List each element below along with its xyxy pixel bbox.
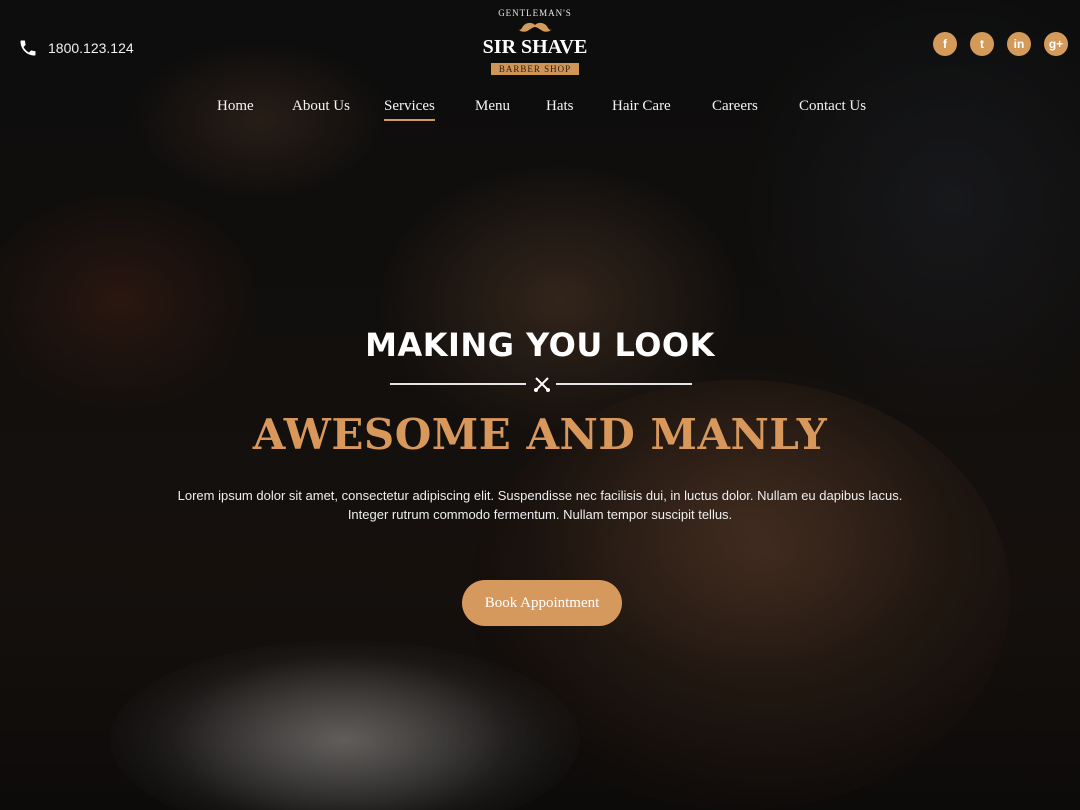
crossed-razors-icon — [534, 377, 550, 392]
nav-item-home[interactable]: Home — [217, 98, 254, 115]
linkedin-icon[interactable]: in — [1007, 32, 1031, 56]
phone-contact[interactable]: 1800.123.124 — [18, 38, 134, 58]
hero-description: Lorem ipsum dolor sit amet, consectetur … — [100, 486, 980, 524]
nav-item-about-us[interactable]: About Us — [292, 98, 350, 115]
nav-item-hats[interactable]: Hats — [546, 98, 574, 115]
divider-line-left — [390, 383, 526, 385]
facebook-icon[interactable]: f — [933, 32, 957, 56]
hero-background-image — [0, 0, 1080, 810]
hero-divider — [390, 374, 692, 394]
divider-line-right — [556, 383, 692, 385]
nav-item-contact-us[interactable]: Contact Us — [799, 98, 866, 115]
hero-description-line-2: Integer rutrum commodo fermentum. Nullam… — [347, 507, 733, 522]
google-plus-icon[interactable]: g+ — [1044, 32, 1068, 56]
hero-description-line-1: Lorem ipsum dolor sit amet, consectetur … — [177, 488, 903, 503]
logo-subtitle: BARBER SHOP — [490, 63, 580, 75]
phone-icon — [20, 40, 36, 56]
nav-item-careers[interactable]: Careers — [712, 98, 758, 115]
nav-item-services[interactable]: Services — [384, 98, 435, 121]
mustache-icon — [518, 22, 552, 32]
hero-heading: MAKING YOU LOOK — [365, 326, 715, 364]
logo-name: SIR SHAVE — [482, 36, 588, 58]
site-logo[interactable]: GENTLEMAN'S SIR SHAVE BARBER SHOP — [470, 8, 600, 78]
phone-number[interactable]: 1800.123.124 — [48, 40, 134, 56]
dark-overlay — [0, 0, 1080, 810]
hero-subheading: AWESOME AND MANLY — [252, 410, 828, 459]
logo-tagline: GENTLEMAN'S — [498, 8, 572, 18]
nav-item-menu[interactable]: Menu — [475, 98, 510, 115]
nav-item-hair-care[interactable]: Hair Care — [612, 98, 671, 115]
social-links: f t in g+ — [933, 32, 1068, 56]
book-appointment-button[interactable]: Book Appointment — [462, 580, 622, 626]
twitter-icon[interactable]: t — [970, 32, 994, 56]
